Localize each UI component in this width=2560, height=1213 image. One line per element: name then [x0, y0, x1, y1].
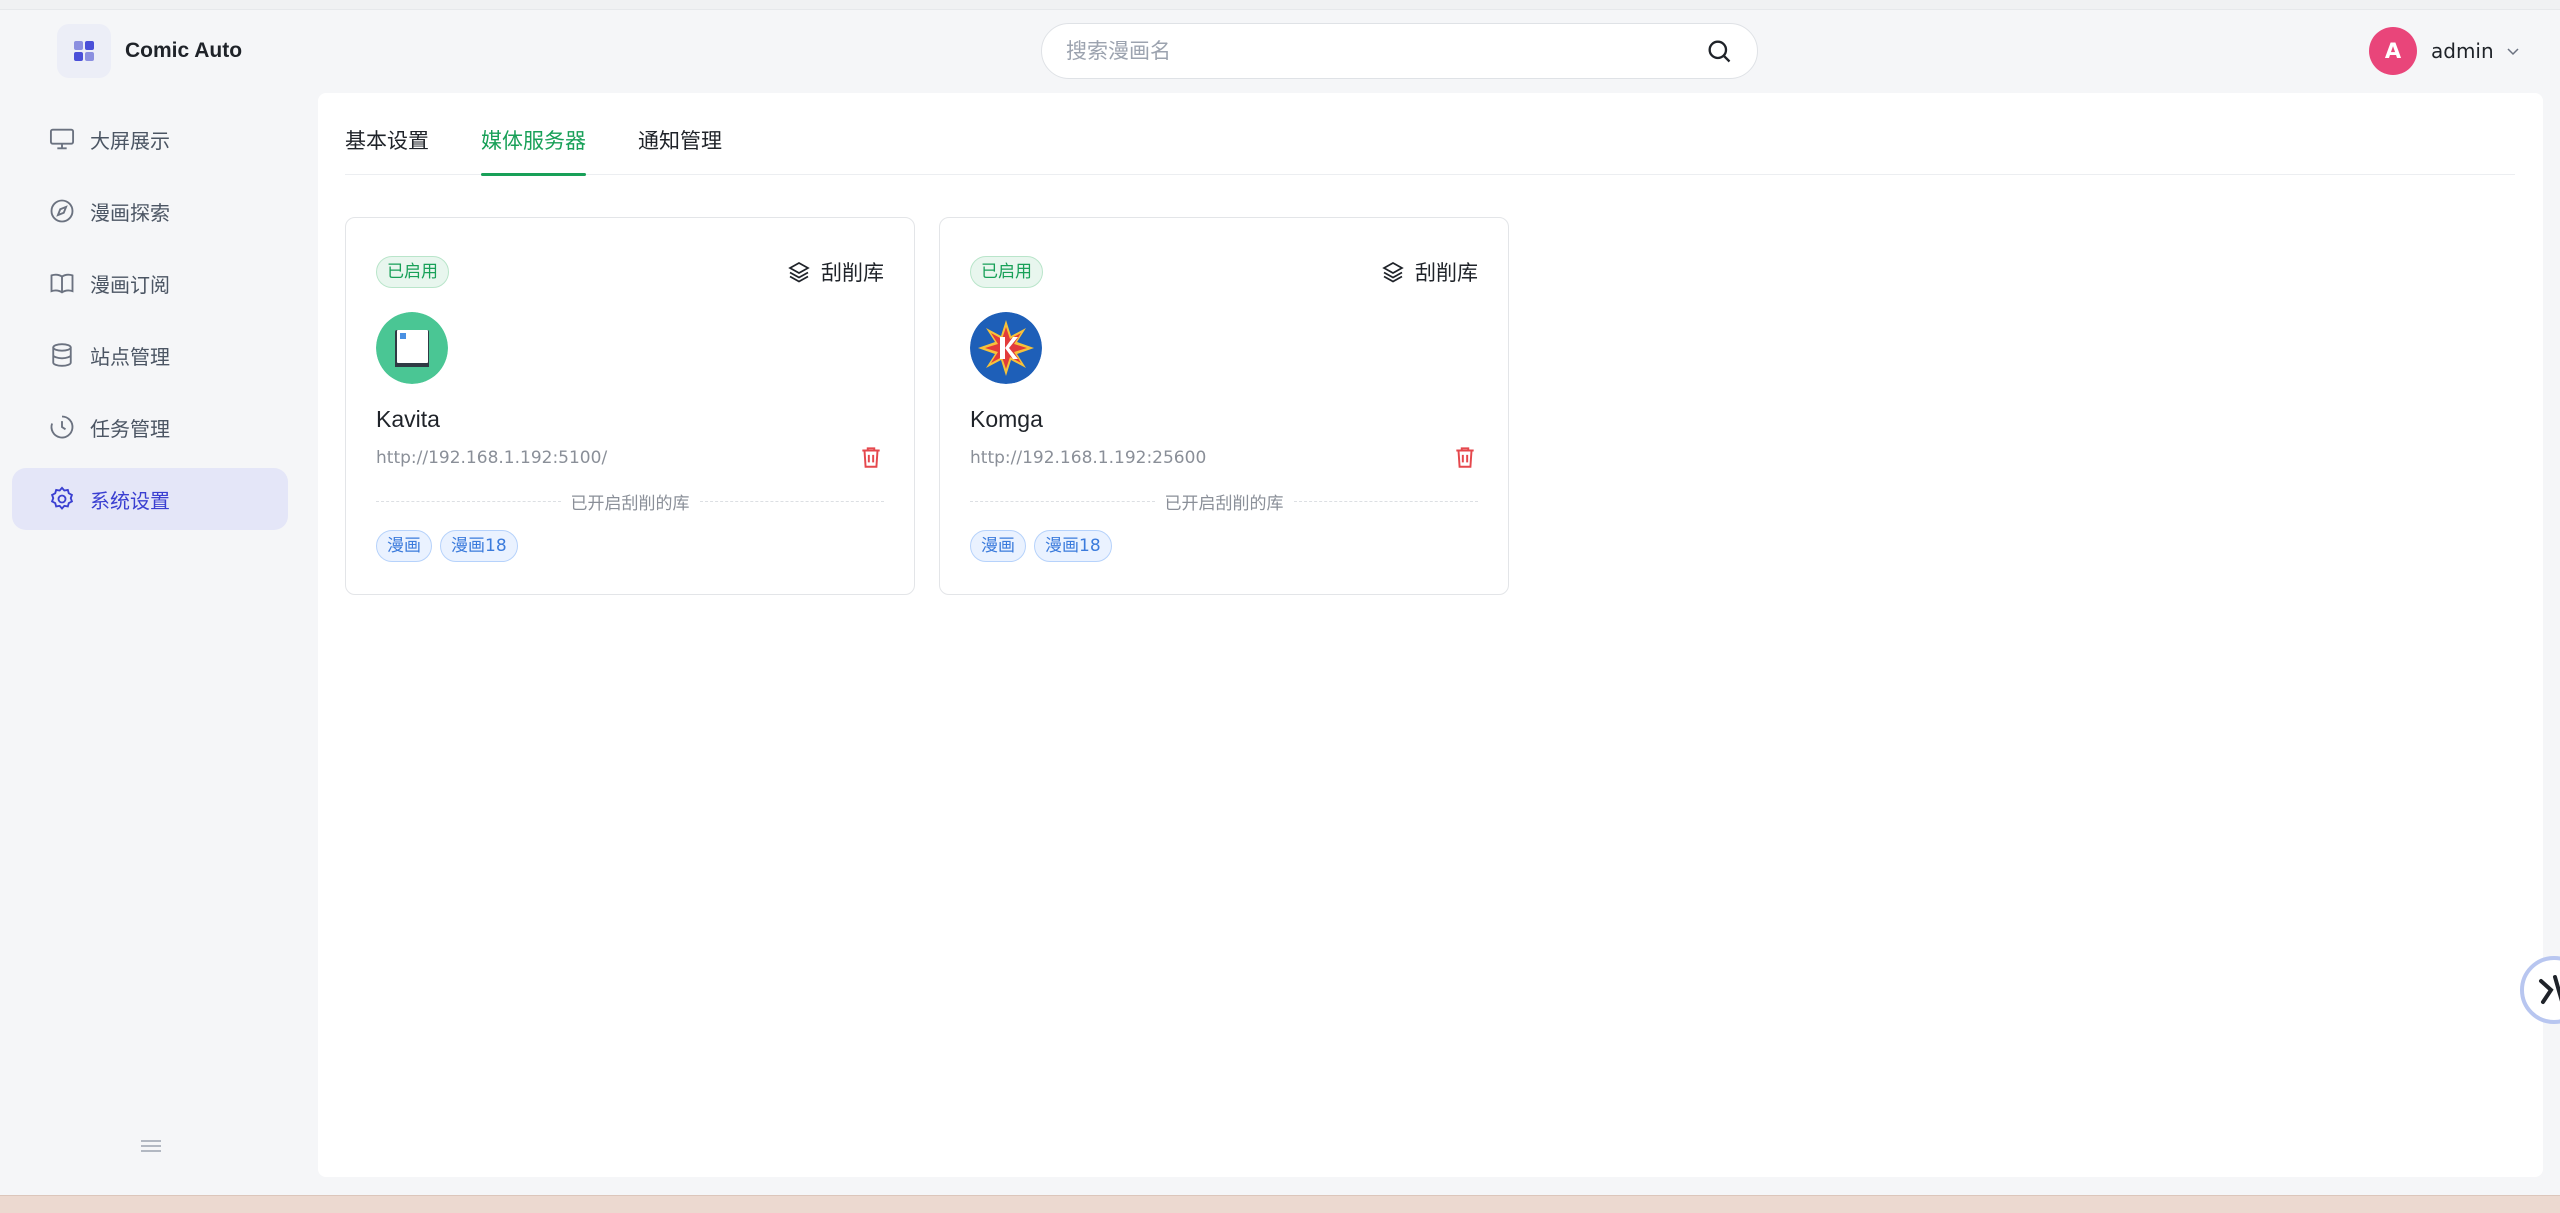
search-icon[interactable] — [1705, 37, 1733, 65]
scrape-library-button[interactable]: 刮削库 — [1381, 256, 1478, 288]
layers-icon — [788, 262, 810, 283]
tab-notifications[interactable]: 通知管理 — [638, 119, 722, 175]
sidebar-item-label: 漫画探索 — [90, 200, 170, 225]
media-server-card[interactable]: 已启用 刮削库 Kavita http://192.168.1.192:5100… — [345, 217, 915, 595]
user-menu[interactable]: A admin — [2369, 27, 2520, 75]
divider-label: 已开启刮削的库 — [570, 493, 690, 514]
sidebar-item-settings[interactable]: 系统设置 — [12, 468, 288, 530]
settings-tabs: 基本设置 媒体服务器 通知管理 — [345, 119, 2515, 176]
library-tag: 漫画 — [376, 530, 432, 562]
sidebar-nav: 大屏展示 漫画探索 漫画订阅 站点管理 任务管理 系统设置 — [12, 108, 288, 540]
chevron-down-icon — [2507, 48, 2519, 56]
komga-logo — [970, 312, 1042, 384]
database-icon — [52, 343, 72, 367]
sidebar-item-label: 漫画订阅 — [90, 272, 170, 297]
top-border — [0, 0, 2560, 10]
divider-label: 已开启刮削的库 — [1164, 493, 1284, 514]
scrape-library-label: 刮削库 — [1415, 261, 1478, 285]
tab-media-servers[interactable]: 媒体服务器 — [481, 119, 586, 176]
sidebar-item-explore[interactable]: 漫画探索 — [12, 180, 288, 242]
monitor-icon — [49, 128, 75, 150]
taskbar-strip — [0, 1195, 2560, 1213]
status-badge: 已启用 — [970, 256, 1043, 288]
media-server-card[interactable]: 已启用 刮削库 Komga http://192.168.1.192:25600… — [939, 217, 1509, 595]
sidebar-item-label: 站点管理 — [90, 344, 170, 369]
main-panel: 基本设置 媒体服务器 通知管理 已启用 刮削库 Kavita http://19… — [318, 93, 2543, 1177]
scrape-divider: 已开启刮削的库 — [376, 490, 884, 514]
library-tag: 漫画18 — [440, 530, 518, 562]
status-badge: 已启用 — [376, 256, 449, 288]
brand[interactable]: Comic Auto — [57, 24, 242, 78]
book-open-icon — [50, 273, 74, 294]
gear-icon — [50, 486, 74, 510]
layers-icon — [1382, 262, 1404, 283]
clock-icon — [50, 415, 74, 439]
sidebar-item-label: 任务管理 — [90, 416, 170, 441]
library-tag: 漫画 — [970, 530, 1026, 562]
sidebar-item-tasks[interactable]: 任务管理 — [12, 396, 288, 458]
server-name: Komga — [970, 406, 1043, 432]
delete-icon[interactable] — [1452, 444, 1478, 470]
sidebar-item-label: 系统设置 — [90, 488, 170, 513]
app-logo-icon — [57, 24, 111, 78]
sidebar-item-label: 大屏展示 — [90, 128, 170, 153]
sidebar-item-dashboard[interactable]: 大屏展示 — [12, 108, 288, 170]
avatar: A — [2369, 27, 2417, 75]
server-url: http://192.168.1.192:5100/ — [376, 448, 608, 468]
scrape-divider: 已开启刮削的库 — [970, 490, 1478, 514]
sidebar: Comic Auto 大屏展示 漫画探索 漫画订阅 站点管理 任务管理 系统设置 — [0, 10, 300, 1195]
delete-icon[interactable] — [858, 444, 884, 470]
sidebar-item-subscriptions[interactable]: 漫画订阅 — [12, 252, 288, 314]
sidebar-item-sites[interactable]: 站点管理 — [12, 324, 288, 386]
server-name: Kavita — [376, 406, 440, 432]
library-tag: 漫画18 — [1034, 530, 1112, 562]
user-name: admin — [2431, 39, 2494, 63]
search-bar — [1041, 23, 1758, 79]
floating-assistant-icon[interactable] — [2519, 955, 2560, 1025]
library-tags: 漫画 漫画18 — [376, 530, 526, 562]
tab-basic-settings[interactable]: 基本设置 — [345, 119, 429, 175]
search-input[interactable] — [1066, 39, 1705, 63]
scrape-library-button[interactable]: 刮削库 — [787, 256, 884, 288]
app-name: Comic Auto — [125, 39, 243, 62]
library-tags: 漫画 漫画18 — [970, 530, 1120, 562]
menu-collapse-icon[interactable] — [140, 1138, 162, 1154]
server-url: http://192.168.1.192:25600 — [970, 448, 1207, 468]
kavita-logo — [376, 312, 448, 384]
compass-icon — [50, 199, 74, 223]
scrape-library-label: 刮削库 — [821, 261, 884, 285]
